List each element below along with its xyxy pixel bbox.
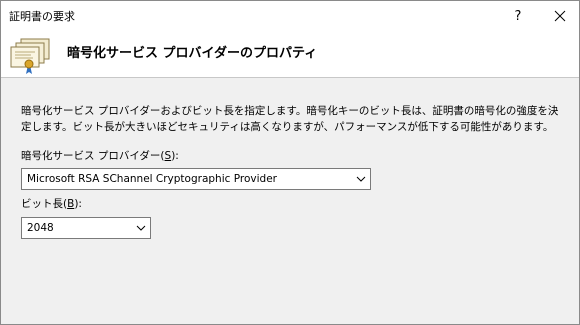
description-text: 暗号化サービス プロバイダーおよびビット長を指定します。暗号化キーのビット長は、…: [21, 105, 559, 133]
help-label: ?: [514, 8, 522, 24]
close-button[interactable]: [543, 1, 577, 31]
bitlength-label: ビット長(B):: [21, 198, 82, 210]
header-banner: 暗号化サービス プロバイダーのプロパティ: [1, 31, 579, 78]
help-button[interactable]: ?: [503, 1, 533, 31]
page-title: 暗号化サービス プロバイダーのプロパティ: [67, 46, 318, 61]
title-bar: 証明書の要求 ?: [1, 1, 579, 31]
close-icon: [554, 10, 566, 22]
provider-select[interactable]: Microsoft RSA SChannel Cryptographic Pro…: [21, 168, 371, 190]
chevron-down-icon: [352, 169, 370, 189]
provider-label: 暗号化サービス プロバイダー(S):: [21, 150, 179, 162]
provider-select-value: Microsoft RSA SChannel Cryptographic Pro…: [27, 173, 277, 185]
certificate-stack-icon: [10, 38, 50, 74]
bitlength-select-value: 2048: [27, 222, 54, 234]
certificate-request-dialog: 証明書の要求 ? 暗号化サービス プロバイダーのプロパティ 暗号化サービス プロ…: [0, 0, 580, 325]
window-title: 証明書の要求: [9, 10, 75, 23]
bitlength-select[interactable]: 2048: [21, 217, 151, 239]
chevron-down-icon: [132, 218, 150, 238]
